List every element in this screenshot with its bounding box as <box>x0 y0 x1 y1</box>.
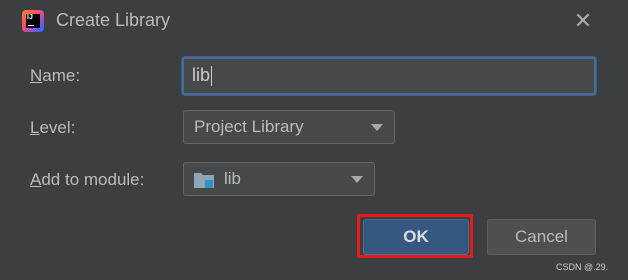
dialog-title: Create Library <box>56 10 171 30</box>
module-folder-icon <box>194 173 214 188</box>
level-label: Level: <box>30 118 76 137</box>
add-to-module-label: Add to module: <box>30 170 145 189</box>
module-select[interactable]: lib <box>183 162 375 196</box>
create-library-dialog: IJ Create Library ✕ Name: lib Level: Pro… <box>0 0 628 280</box>
intellij-app-icon: IJ <box>22 10 44 32</box>
chevron-down-icon <box>351 176 363 183</box>
name-value: lib <box>192 65 211 85</box>
level-select-value: Project Library <box>194 117 304 136</box>
name-label: Name: <box>30 66 81 85</box>
module-select-value: lib <box>224 169 242 188</box>
watermark: CSDN @.29. <box>556 262 609 272</box>
ok-button[interactable]: OK <box>363 219 469 255</box>
name-input[interactable]: lib <box>182 57 596 95</box>
title-bar: IJ Create Library ✕ <box>0 0 628 44</box>
chevron-down-icon <box>371 124 383 131</box>
level-select[interactable]: Project Library <box>183 110 395 144</box>
text-caret <box>211 66 213 87</box>
close-icon[interactable]: ✕ <box>571 9 595 33</box>
cancel-button[interactable]: Cancel <box>487 219 596 255</box>
